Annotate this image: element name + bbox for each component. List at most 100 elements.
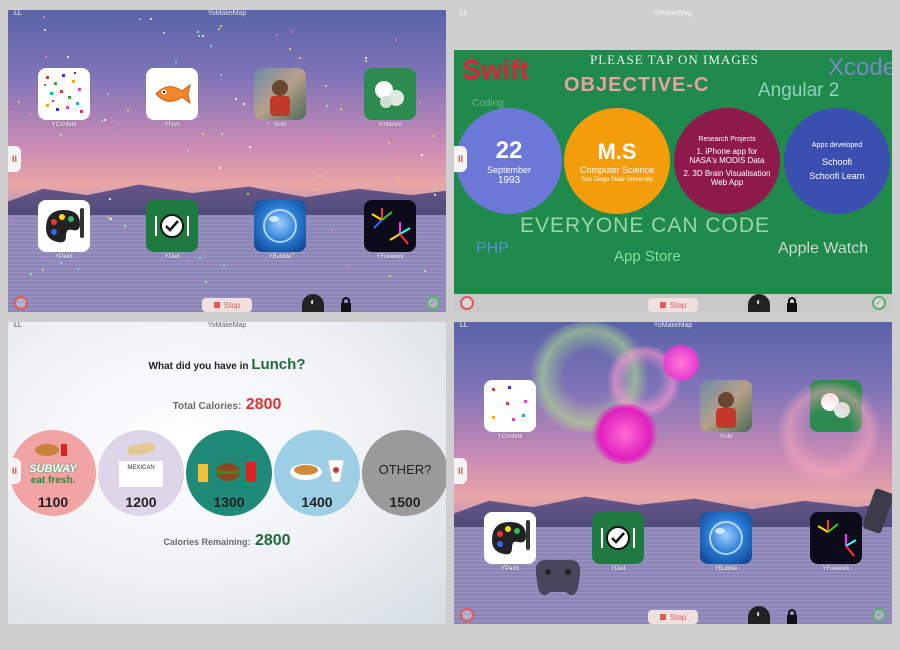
objective-c-label[interactable]: OBJECTIVE-C <box>564 74 709 97</box>
angular-label[interactable]: Angular 2 <box>758 80 839 102</box>
confetti-particle <box>11 221 14 224</box>
status-bar: LL YoMakeMap <box>454 10 892 20</box>
confetti-particle <box>59 261 62 264</box>
status-title: YoMakeMap <box>207 322 247 329</box>
side-pause-tab[interactable]: II <box>8 146 21 172</box>
meal-question-prefix: What did you have in <box>148 361 252 372</box>
research-title: Research Projects <box>698 135 756 143</box>
confetti-particle <box>107 92 110 95</box>
total-calories-value: 2800 <box>245 396 282 413</box>
app-label: YFirework <box>822 566 850 572</box>
subway-option[interactable]: SUBWAY eat fresh. 1100 <box>10 430 96 516</box>
confetti-particle <box>205 280 208 283</box>
app-label: Yinfo <box>719 434 733 440</box>
stop-square-icon <box>659 614 666 620</box>
swift-label[interactable]: Swift <box>462 54 529 86</box>
app-label: YPaint <box>55 254 73 260</box>
burger-option[interactable]: 1300 <box>186 430 272 516</box>
gamepad-icon <box>535 559 581 596</box>
apps-developed-title: Apps developed <box>811 141 863 149</box>
subway-tagline: eat fresh. <box>30 475 76 486</box>
confetti-icon <box>38 68 90 120</box>
side-pause-tab[interactable]: II <box>8 458 21 484</box>
app-ybubble[interactable]: YBubble <box>254 200 306 260</box>
birthday-bubble[interactable]: 22 September 1993 <box>456 108 562 214</box>
stop-square-icon <box>659 302 666 308</box>
app-ydiet[interactable]: YDiet <box>146 200 198 260</box>
coding-label: Coding <box>472 98 504 109</box>
everyone-can-code-label: EVERYONE CAN CODE <box>520 214 770 237</box>
mexican-brand: MEXICAN <box>119 461 163 487</box>
app-ypaint[interactable]: YPaint <box>38 200 90 260</box>
moon-button[interactable]: ◐ <box>302 294 324 312</box>
other-option[interactable]: OTHER? 1500 <box>362 430 446 516</box>
xcode-label[interactable]: Xcode <box>828 54 892 82</box>
record-button[interactable] <box>460 296 474 310</box>
app-yinfo[interactable]: Yinfo <box>254 68 306 128</box>
app-yinterest[interactable]: YInterest <box>364 68 416 128</box>
app-yfirework[interactable]: YFirework <box>364 200 416 260</box>
sandwich-icon <box>35 444 67 456</box>
chinese-option[interactable]: 1400 <box>274 430 360 516</box>
lock-icon[interactable] <box>784 608 800 624</box>
magenta-firework-large <box>590 404 660 464</box>
app-label: Yinfo <box>273 122 287 128</box>
app-ybubble[interactable]: YBubble <box>700 512 752 572</box>
app-store-label[interactable]: App Store <box>614 248 681 265</box>
app-ydiet[interactable]: YDiet <box>592 512 644 572</box>
other-label: OTHER? <box>378 462 432 477</box>
confetti-particle <box>209 45 212 48</box>
bottom-toolbar: Stop ◐ ✓ <box>454 294 892 312</box>
meal-question: What did you have in Lunch? <box>8 356 446 373</box>
degree-bubble[interactable]: M.S Computer Science San Diego State Uni… <box>564 108 670 214</box>
confetti-particle <box>76 267 79 270</box>
side-pause-tab[interactable]: II <box>454 146 467 172</box>
check-button[interactable]: ✓ <box>872 608 886 622</box>
research-item-1: 1. iPhone app for NASA's MODIS Data <box>689 146 765 165</box>
app-yfirework[interactable]: YFirework <box>810 512 862 572</box>
bottom-toolbar: Stop ◐ ✓ <box>454 606 892 624</box>
php-label[interactable]: PHP <box>476 240 509 258</box>
lock-icon[interactable] <box>784 296 800 312</box>
app-yinfo[interactable]: Yinfo <box>700 380 752 440</box>
apps-developed-bubble[interactable]: Apps developed Schoofi Schoofi Learn <box>784 108 890 214</box>
birth-year: 1993 <box>497 174 521 186</box>
status-bar: LL YoMakeMap <box>8 10 446 20</box>
moon-button[interactable]: ◐ <box>748 606 770 624</box>
lock-icon[interactable] <box>338 296 354 312</box>
record-button[interactable] <box>460 608 474 622</box>
app-label: YPaint <box>501 566 519 572</box>
app-ypaint[interactable]: YPaint <box>484 512 536 572</box>
fireworks-screen-panel: LL YoMakeMap YConfetti Yinfo YPaint YDie… <box>454 322 892 624</box>
confetti-particle <box>420 154 423 157</box>
confetti-particle <box>197 35 200 38</box>
bottom-toolbar: Stop ◐ ✓ <box>8 294 446 312</box>
check-button[interactable]: ✓ <box>426 296 440 310</box>
other-calories: 1500 <box>389 494 421 510</box>
stop-button[interactable]: Stop <box>648 610 698 624</box>
apple-watch-label[interactable]: Apple Watch <box>778 240 868 258</box>
check-button[interactable]: ✓ <box>872 296 886 310</box>
confetti-particle <box>397 157 400 160</box>
calories-remaining: Calories Remaining: 2800 <box>8 532 446 550</box>
confetti-particle <box>325 84 327 87</box>
app-yfish[interactable]: YFish <box>146 68 198 128</box>
confetti-particle <box>330 229 333 232</box>
faint-firework <box>774 382 884 482</box>
research-bubble[interactable]: Research Projects 1. iPhone app for NASA… <box>674 108 780 214</box>
app-label: YFirework <box>376 254 404 260</box>
app-label: YFish <box>164 122 180 128</box>
about-screen-panel: LL YoMakeMap PLEASE TAP ON IMAGES Swift … <box>454 10 892 312</box>
birth-day: 22 <box>495 136 523 164</box>
calories-remaining-value: 2800 <box>254 532 291 549</box>
record-button[interactable] <box>14 296 28 310</box>
side-pause-tab[interactable]: II <box>454 458 467 484</box>
firework-icon <box>810 512 862 564</box>
moon-button[interactable]: ◐ <box>748 294 770 312</box>
app-yconfetti[interactable]: YConfetti <box>38 68 90 128</box>
diet-screen-panel: LL YoMakeMap What did you have in Lunch?… <box>8 322 446 624</box>
mexican-option[interactable]: MEXICAN 1200 <box>98 430 184 516</box>
stop-button[interactable]: Stop <box>202 298 252 312</box>
stop-button[interactable]: Stop <box>648 298 698 312</box>
total-calories-label: Total Calories: <box>172 401 242 412</box>
